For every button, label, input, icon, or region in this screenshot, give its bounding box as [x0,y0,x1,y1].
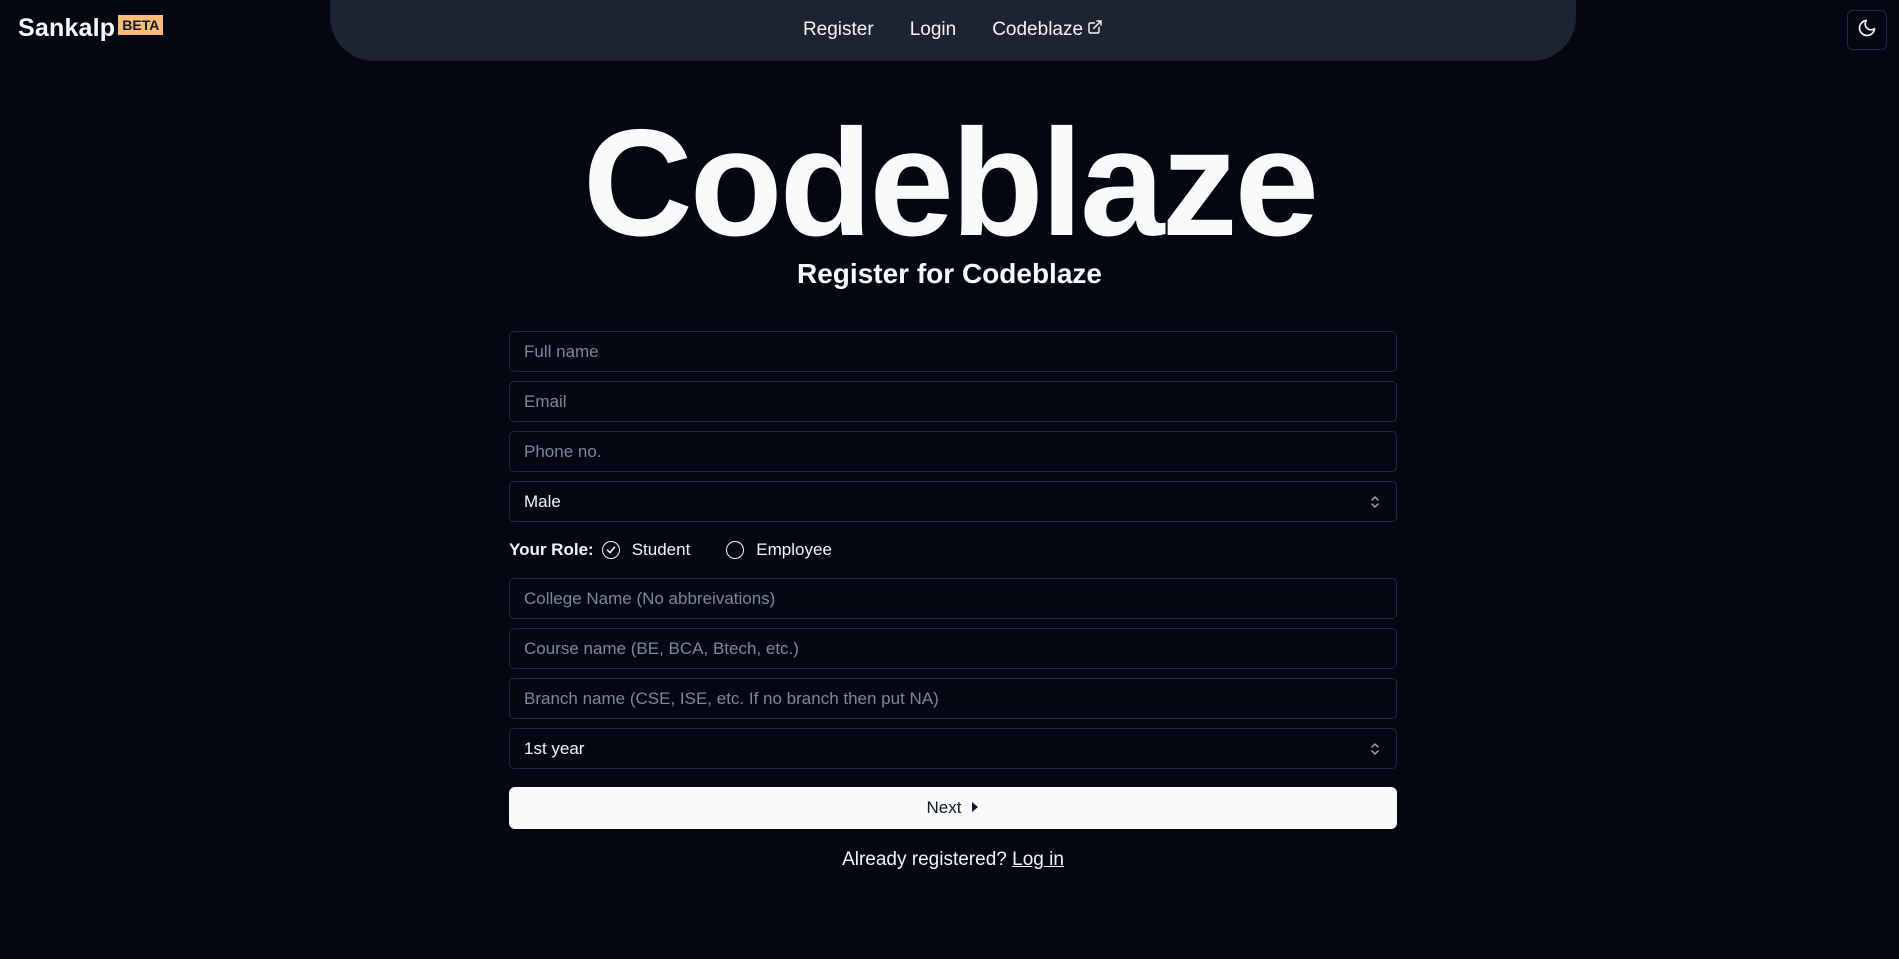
chevron-up-down-icon [1370,494,1380,515]
login-prompt: Already registered? Log in [509,849,1397,871]
college-input[interactable] [510,579,1396,618]
checked-radio-icon [601,541,620,559]
full-name-field-wrapper [509,331,1397,372]
nav-register-link[interactable]: Register [803,19,874,41]
nav-login-link[interactable]: Login [910,19,957,41]
top-nav: Register Login Codeblaze [330,0,1576,61]
registration-form: Male Your Role: Student Employee [509,331,1397,871]
page-title: Codeblaze [582,98,1319,268]
course-field-wrapper [509,628,1397,669]
role-label: Your Role: [509,540,594,559]
nav-codeblaze-link[interactable]: Codeblaze [992,19,1103,41]
email-field-wrapper [509,381,1397,422]
role-student-label: Student [631,540,691,559]
year-select[interactable]: 1st year [509,728,1397,769]
unchecked-radio-icon [726,541,745,559]
branch-field-wrapper [509,678,1397,719]
next-button-label: Next [926,798,962,817]
role-student-radio[interactable]: Student [601,540,691,560]
full-name-input[interactable] [510,332,1396,371]
page-subtitle: Register for Codeblaze [797,258,1102,289]
caret-right-icon [971,798,979,818]
role-employee-label: Employee [756,540,832,559]
brand-name: Sankalp [18,14,116,42]
college-field-wrapper [509,578,1397,619]
course-input[interactable] [510,629,1396,668]
gender-select-value: Male [524,491,561,511]
nav-login-label: Login [909,18,957,40]
chevron-up-down-icon [1370,741,1380,762]
role-employee-radio[interactable]: Employee [726,540,832,560]
gender-select[interactable]: Male [509,481,1397,522]
beta-badge: BETA [118,15,164,35]
nav-register-label: Register [802,18,874,40]
branch-input[interactable] [510,679,1396,718]
brand-logo[interactable]: Sankalp BETA [18,14,164,43]
phone-input[interactable] [510,432,1396,471]
moon-icon [1857,18,1877,43]
role-radio-group: Your Role: Student Employee [509,531,1397,569]
nav-codeblaze-label: Codeblaze [992,18,1084,40]
login-prompt-text: Already registered? [842,849,1007,870]
phone-field-wrapper [509,431,1397,472]
theme-toggle-button[interactable] [1847,10,1887,50]
next-button[interactable]: Next [509,787,1397,829]
email-input[interactable] [510,382,1396,421]
year-select-value: 1st year [524,738,585,758]
login-link[interactable]: Log in [1012,849,1064,870]
external-link-icon [1087,19,1103,41]
